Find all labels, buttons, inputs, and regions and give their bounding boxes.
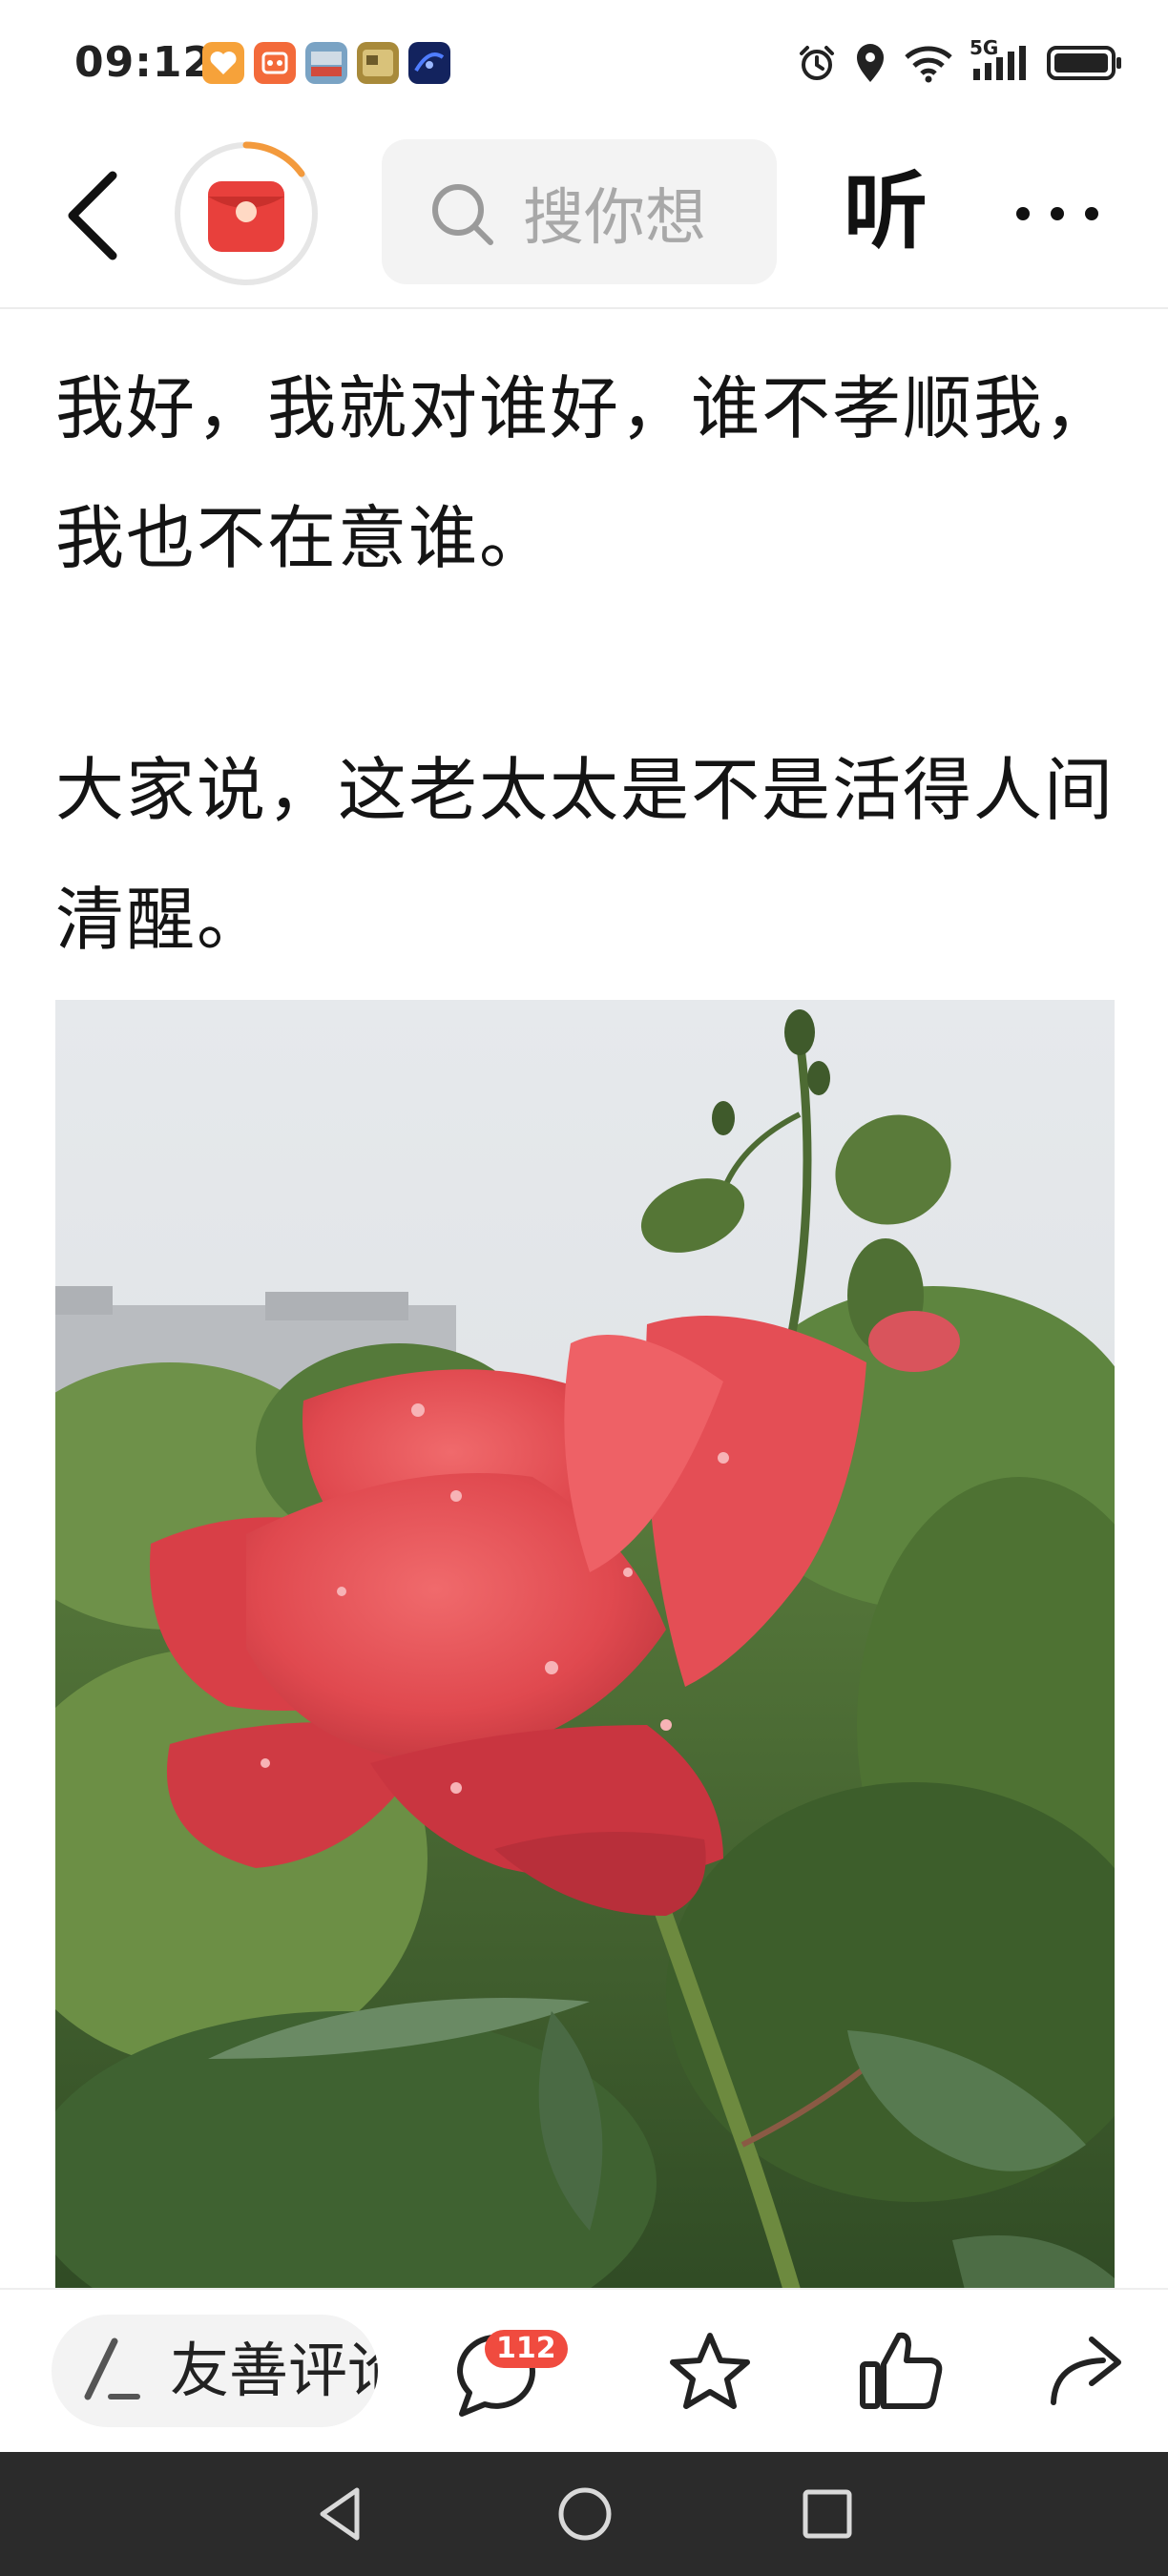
location-icon bbox=[853, 42, 887, 84]
top-navigation-bar: 搜你想 听 bbox=[0, 134, 1168, 309]
news-app-notification-icon bbox=[305, 42, 347, 84]
article-paragraph: 我好，我就对谁好，谁不孝顺我，我也不在意谁。 bbox=[55, 368, 1116, 578]
nav-back-icon bbox=[320, 2487, 360, 2541]
wifi-icon bbox=[903, 42, 954, 84]
more-dots-icon bbox=[1016, 207, 1098, 220]
music-app-notification-icon bbox=[408, 42, 450, 84]
article-content: 我好，我就对谁好，谁不孝顺我，我也不在意谁。 大家说，这老太太是不是活得人间清醒… bbox=[0, 309, 1168, 2288]
system-recent-apps-button[interactable] bbox=[796, 2483, 859, 2545]
more-options-button[interactable] bbox=[1010, 185, 1105, 242]
nav-recent-icon bbox=[803, 2489, 852, 2539]
nav-home-icon bbox=[558, 2487, 612, 2541]
search-box[interactable]: 搜你想 bbox=[382, 139, 777, 284]
red-packet-reward-button[interactable] bbox=[172, 139, 321, 288]
notification-icons bbox=[202, 42, 450, 84]
video-app-notification-icon bbox=[357, 42, 399, 84]
bottom-action-bar: 友善评论 112 bbox=[0, 2288, 1168, 2454]
back-button[interactable] bbox=[57, 168, 134, 263]
heart-app-notification-icon bbox=[202, 42, 244, 84]
comment-input[interactable]: 友善评论 bbox=[52, 2315, 378, 2427]
pen-icon bbox=[84, 2337, 140, 2400]
comment-placeholder: 友善评论 bbox=[170, 2336, 378, 2405]
share-arrow-icon bbox=[1051, 2337, 1121, 2405]
comment-count-badge: 112 bbox=[485, 2330, 568, 2368]
system-home-button[interactable] bbox=[553, 2483, 616, 2545]
listen-button[interactable]: 听 bbox=[844, 164, 928, 260]
status-bar: 09:12 5G bbox=[0, 0, 1168, 134]
favorite-button[interactable] bbox=[666, 2328, 754, 2416]
thumbs-up-icon bbox=[860, 2332, 943, 2409]
search-icon bbox=[432, 184, 493, 245]
battery-icon bbox=[1046, 42, 1124, 84]
shopping-app-notification-icon bbox=[254, 42, 296, 84]
like-button[interactable] bbox=[857, 2326, 945, 2414]
search-placeholder: 搜你想 bbox=[523, 183, 706, 254]
star-icon bbox=[670, 2333, 750, 2409]
back-arrow-icon bbox=[68, 171, 117, 260]
signal-icon: 5G bbox=[970, 36, 1031, 84]
red-rose-photo[interactable] bbox=[55, 1000, 1115, 2288]
alarm-icon bbox=[796, 42, 838, 84]
share-button[interactable] bbox=[1046, 2328, 1128, 2410]
article-paragraph: 大家说，这老太太是不是活得人间清醒。 bbox=[55, 750, 1116, 960]
system-navigation-bar bbox=[0, 2452, 1168, 2576]
network-type-label: 5G bbox=[970, 36, 999, 59]
system-icons: 5G bbox=[796, 36, 1124, 84]
system-back-button[interactable] bbox=[309, 2483, 372, 2545]
red-packet-icon bbox=[175, 141, 318, 285]
status-time: 09:12 bbox=[74, 38, 214, 87]
